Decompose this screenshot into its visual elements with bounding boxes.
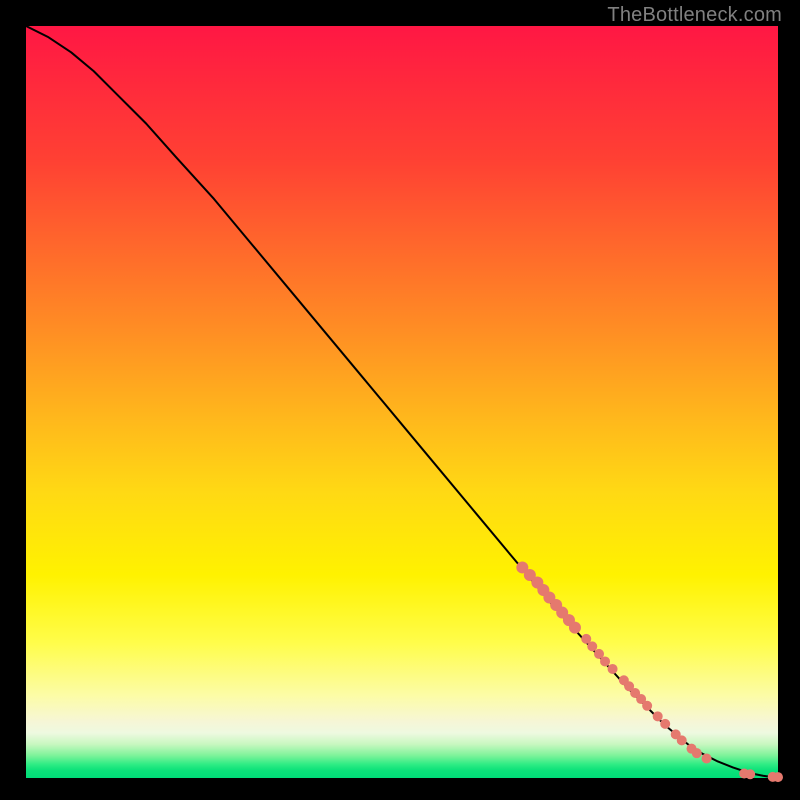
data-marker xyxy=(660,719,670,729)
data-marker xyxy=(608,664,618,674)
data-markers xyxy=(516,561,783,782)
data-marker xyxy=(773,772,783,782)
data-marker xyxy=(745,769,755,779)
plot-area xyxy=(26,26,778,778)
chart-stage: TheBottleneck.com xyxy=(0,0,800,800)
watermark-text: TheBottleneck.com xyxy=(607,4,782,27)
main-curve xyxy=(26,26,778,777)
data-marker xyxy=(587,641,597,651)
data-marker xyxy=(642,701,652,711)
data-marker xyxy=(702,753,712,763)
data-marker xyxy=(677,735,687,745)
data-marker xyxy=(600,656,610,666)
data-marker xyxy=(692,748,702,758)
data-marker xyxy=(569,622,581,634)
data-marker xyxy=(653,711,663,721)
chart-overlay xyxy=(26,26,778,778)
